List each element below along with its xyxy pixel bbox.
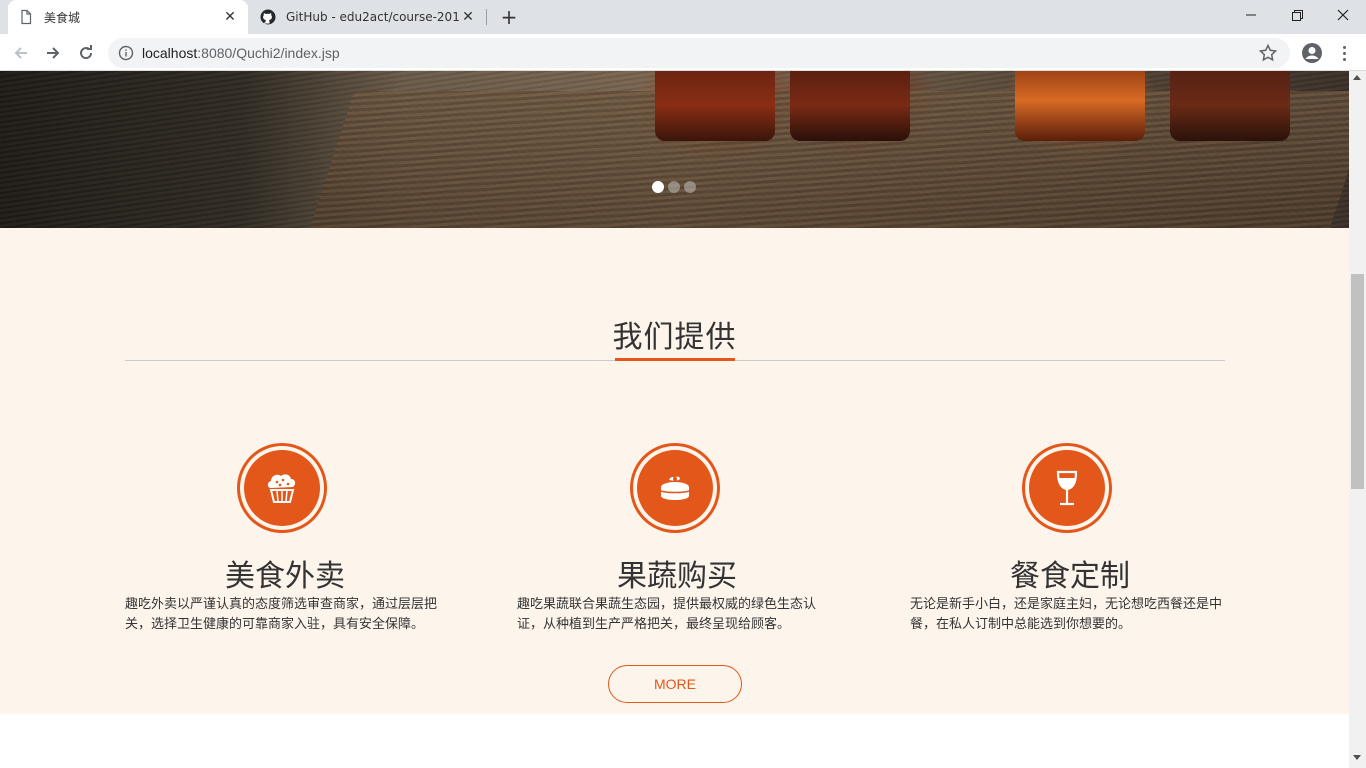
page-viewport: 我们提供 美食外卖 趣吃外卖以严谨认真的态度筛选审查商家，通过层层把关，选择卫生…	[0, 71, 1349, 768]
reload-button[interactable]	[73, 40, 99, 66]
carousel-dot[interactable]	[684, 181, 696, 193]
feature-icon-circle	[637, 450, 713, 526]
arrow-right-icon	[47, 47, 60, 59]
feature-icon-circle	[1029, 450, 1105, 526]
back-button[interactable]	[8, 40, 34, 66]
arrow-left-icon	[14, 47, 27, 59]
banner-food	[655, 71, 775, 141]
account-icon[interactable]	[1300, 41, 1324, 65]
close-window-button[interactable]	[1320, 0, 1366, 30]
forward-button[interactable]	[40, 40, 66, 66]
feature-desc: 趣吃果蔬联合果蔬生态园，提供最权威的绿色生态认证，从种植到生产严格把关，最终呈现…	[517, 597, 817, 632]
restore-icon	[1291, 9, 1303, 21]
cake-icon	[660, 476, 690, 500]
url-path: :8080/Quchi2/index.jsp	[197, 45, 340, 61]
browser-menu-button[interactable]	[1334, 41, 1354, 65]
restore-button[interactable]	[1274, 0, 1320, 30]
close-icon	[1337, 9, 1349, 21]
feature-title: 果蔬购买	[617, 559, 737, 594]
tab-inactive[interactable]: GitHub - edu2act/course-2017 ✕	[252, 0, 484, 34]
feature-icon-ring	[237, 443, 327, 533]
feature-desc: 趣吃外卖以严谨认真的态度筛选审查商家，通过层层把关，选择卫生健康的可靠商家入驻，…	[125, 597, 438, 632]
star-icon[interactable]	[1258, 43, 1278, 63]
feature-title: 美食外卖	[225, 559, 345, 594]
github-icon	[260, 9, 276, 25]
tab-title: 美食城	[44, 10, 81, 25]
tab-active[interactable]: 美食城 ✕	[8, 0, 248, 34]
reload-icon	[80, 45, 93, 60]
tab-strip: 美食城 ✕ GitHub - edu2act/course-2017 ✕ +	[0, 0, 1366, 34]
browser-toolbar: localhost:8080/Quchi2/index.jsp	[0, 34, 1366, 71]
feature-icon-ring	[630, 443, 720, 533]
carousel-dot[interactable]	[652, 181, 664, 193]
hero-banner	[0, 71, 1349, 228]
more-button[interactable]: MORE	[608, 665, 742, 703]
scrollbar-thumb[interactable]	[1351, 274, 1364, 489]
cupcake-icon	[267, 474, 296, 503]
address-bar[interactable]: localhost:8080/Quchi2/index.jsp	[108, 38, 1290, 68]
info-icon[interactable]	[118, 45, 134, 61]
tab-separator	[486, 9, 487, 25]
banner-food	[1015, 71, 1145, 141]
minimize-button[interactable]	[1228, 0, 1274, 30]
banner-food	[1170, 71, 1290, 141]
title-underline	[615, 358, 735, 361]
feature-icon-circle	[244, 450, 320, 526]
close-icon[interactable]: ✕	[460, 9, 476, 25]
wine-glass-icon	[1056, 470, 1078, 506]
feature-title: 餐食定制	[1010, 559, 1130, 594]
section-title: 我们提供	[612, 320, 737, 355]
page-icon	[18, 9, 34, 25]
scroll-up-icon[interactable]	[1353, 75, 1361, 80]
banner-food	[790, 71, 910, 141]
tab-title: GitHub - edu2act/course-2017	[286, 10, 460, 24]
carousel-indicators	[652, 181, 696, 193]
close-icon[interactable]: ✕	[222, 9, 238, 25]
new-tab-button[interactable]: +	[497, 5, 521, 29]
url-host: localhost	[142, 45, 198, 61]
carousel-dot[interactable]	[668, 181, 680, 193]
page-scrollbar[interactable]	[1349, 71, 1366, 768]
feature-icon-ring	[1022, 443, 1112, 533]
scroll-down-icon[interactable]	[1353, 755, 1361, 760]
feature-desc: 无论是新手小白，还是家庭主妇，无论想吃西餐还是中餐，在私人订制中总能选到你想要的…	[910, 597, 1223, 632]
services-section: 我们提供 美食外卖 趣吃外卖以严谨认真的态度筛选审查商家，通过层层把关，选择卫生…	[0, 228, 1349, 714]
url-text: localhost:8080/Quchi2/index.jsp	[142, 45, 340, 61]
minimize-icon	[1246, 14, 1256, 16]
